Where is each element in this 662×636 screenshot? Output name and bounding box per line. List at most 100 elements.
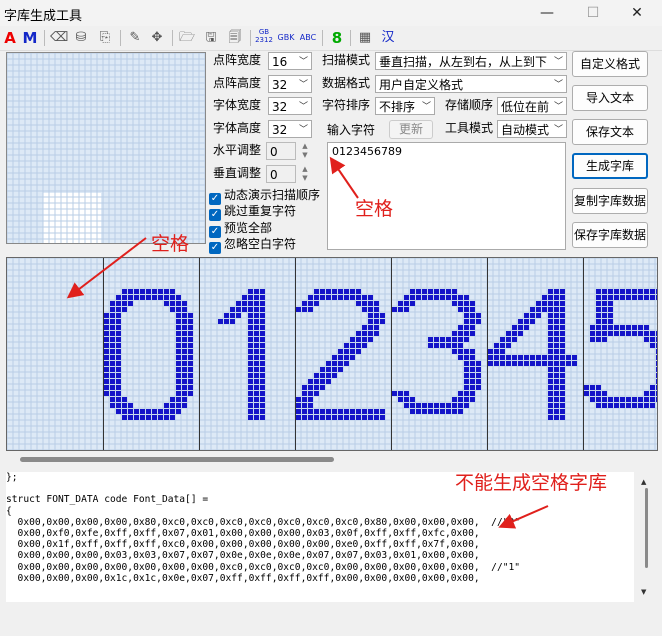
open-folder-icon[interactable]: 🗁 [178, 28, 196, 48]
h-adjust-spinner[interactable]: ▲ ▼ [298, 142, 312, 160]
glyph-dot [242, 295, 247, 300]
char-width-select[interactable]: 32 ﹀ [268, 97, 312, 115]
checkbox-animate-scan[interactable]: ✓ 动态演示扫描顺序 [209, 187, 320, 205]
gb2312-button[interactable]: GB 2312 [254, 28, 274, 48]
close-button[interactable]: ✕ [614, 0, 660, 26]
abc-button[interactable]: ABC [298, 28, 318, 48]
horizontal-scrollbar[interactable] [6, 452, 656, 466]
scroll-up-icon[interactable]: ▲ [641, 478, 646, 486]
glyph-dot [626, 295, 631, 300]
tool-mode-select[interactable]: 自动模式 ﹀ [497, 120, 567, 138]
glyph-dot [134, 415, 139, 420]
glyph-dot [656, 367, 657, 372]
font-m-button[interactable]: M [22, 28, 38, 48]
store-order-select[interactable]: 低位在前 ﹀ [497, 97, 567, 115]
glyph-dot [554, 325, 559, 330]
glyph-dot [644, 403, 649, 408]
scroll-down-icon[interactable]: ▼ [641, 588, 646, 596]
dot-height-select[interactable]: 32 ﹀ [268, 75, 312, 93]
char-sort-select[interactable]: 不排序 ﹀ [375, 97, 435, 115]
copy-font-data-button[interactable]: 复制字库数据 [572, 188, 648, 214]
glyph-dot [374, 301, 379, 306]
glyph-dot [524, 319, 529, 324]
char-height-select[interactable]: 32 ﹀ [268, 120, 312, 138]
move-icon[interactable]: ✥ [148, 28, 166, 48]
v-adjust-spinner[interactable]: ▲ ▼ [298, 165, 312, 183]
glyph-dot [470, 373, 475, 378]
glyph-dot [608, 307, 613, 312]
glyph-dot [560, 373, 565, 378]
chevron-down-icon: ﹀ [553, 57, 563, 67]
glyph-dot [104, 367, 109, 372]
glyph-dot [626, 403, 631, 408]
char-preview-grid[interactable] [6, 52, 206, 244]
glyph-dot [464, 379, 469, 384]
glyph-dot [314, 385, 319, 390]
glyph-dot [656, 391, 657, 396]
glyph-dot [362, 415, 367, 420]
fill-icon[interactable]: ⛁ [72, 28, 90, 48]
glyph-dot [368, 325, 373, 330]
glyph-dot [398, 391, 403, 396]
glyph-dot [116, 379, 121, 384]
v-adjust-label: 垂直调整 [213, 166, 262, 180]
glyph-dot [554, 319, 559, 324]
glyph-dot [356, 415, 361, 420]
save-text-button[interactable]: 保存文本 [572, 119, 648, 145]
scrollbar-thumb[interactable] [645, 488, 648, 568]
glyph-dot [620, 289, 625, 294]
dot-width-select[interactable]: 16 ﹀ [268, 52, 312, 70]
maximize-button[interactable]: ☐ [570, 0, 616, 26]
data-format-select[interactable]: 用户自定义格式 ﹀ [375, 75, 567, 93]
stamp-icon[interactable]: ⎘ [96, 28, 114, 48]
minimize-button[interactable]: — [524, 0, 570, 26]
glyph-dot [548, 307, 553, 312]
gbk-button[interactable]: GBK [276, 28, 296, 48]
custom-format-button[interactable]: 自定义格式 [572, 51, 648, 77]
scan-mode-select[interactable]: 垂直扫描，从左到右，从上到下 ﹀ [375, 52, 567, 70]
glyph-dot-matrix-view[interactable] [6, 257, 658, 451]
glyph-dot [314, 379, 319, 384]
glyph-dot [464, 361, 469, 366]
glyph-dot [110, 385, 115, 390]
glyph-dot [548, 367, 553, 372]
import-text-button[interactable]: 导入文本 [572, 85, 648, 111]
chinese-button[interactable]: 汉 [380, 28, 396, 48]
glyph-dot [560, 313, 565, 318]
grid-icon[interactable]: ▦ [356, 28, 374, 48]
save-icon[interactable]: 🖫 [202, 28, 220, 48]
checkbox-skip-duplicates[interactable]: ✓ 跳过重复字符 [209, 203, 296, 221]
checkbox-preview-all[interactable]: ✓ 预览全部 [209, 220, 272, 238]
glyph-dot [602, 391, 607, 396]
vertical-scrollbar[interactable]: ▲ ▼ [636, 472, 656, 602]
glyph-dot [176, 355, 181, 360]
pencil-icon[interactable]: ✎ [126, 28, 144, 48]
glyph-dot [452, 349, 457, 354]
toolbar-separator [350, 30, 351, 46]
glyph-dot [302, 415, 307, 420]
data-format-label: 数据格式 [322, 76, 371, 90]
glyph-dot [182, 391, 187, 396]
generate-font-button[interactable]: 生成字库 [572, 153, 648, 179]
glyph-dot [164, 295, 169, 300]
glyph-dot [110, 313, 115, 318]
eraser-icon[interactable]: ⌫ [50, 28, 68, 48]
glyph-dot [380, 409, 385, 414]
glyph-dot [548, 349, 553, 354]
digit-8-button[interactable]: 8 [330, 28, 344, 48]
glyph-dot [254, 367, 259, 372]
code-line: 0x00,0xf0,0xfe,0xff,0xff,0x07,0x01,0x00,… [6, 528, 480, 540]
v-adjust-input[interactable]: 0 [266, 165, 296, 183]
glyph-dot [116, 409, 121, 414]
update-button[interactable]: 更新 [389, 120, 433, 139]
font-a-button[interactable]: A [3, 28, 17, 48]
glyph-dot [122, 409, 127, 414]
glyph-dot [620, 331, 625, 336]
checkbox-ignore-blank[interactable]: ✓ 忽略空白字符 [209, 236, 296, 254]
scrollbar-thumb[interactable] [20, 457, 334, 462]
save-font-data-button[interactable]: 保存字库数据 [572, 222, 648, 248]
glyph-dot [158, 289, 163, 294]
save-as-icon[interactable]: 🗐 [226, 28, 244, 48]
glyph-dot [554, 349, 559, 354]
h-adjust-input[interactable]: 0 [266, 142, 296, 160]
